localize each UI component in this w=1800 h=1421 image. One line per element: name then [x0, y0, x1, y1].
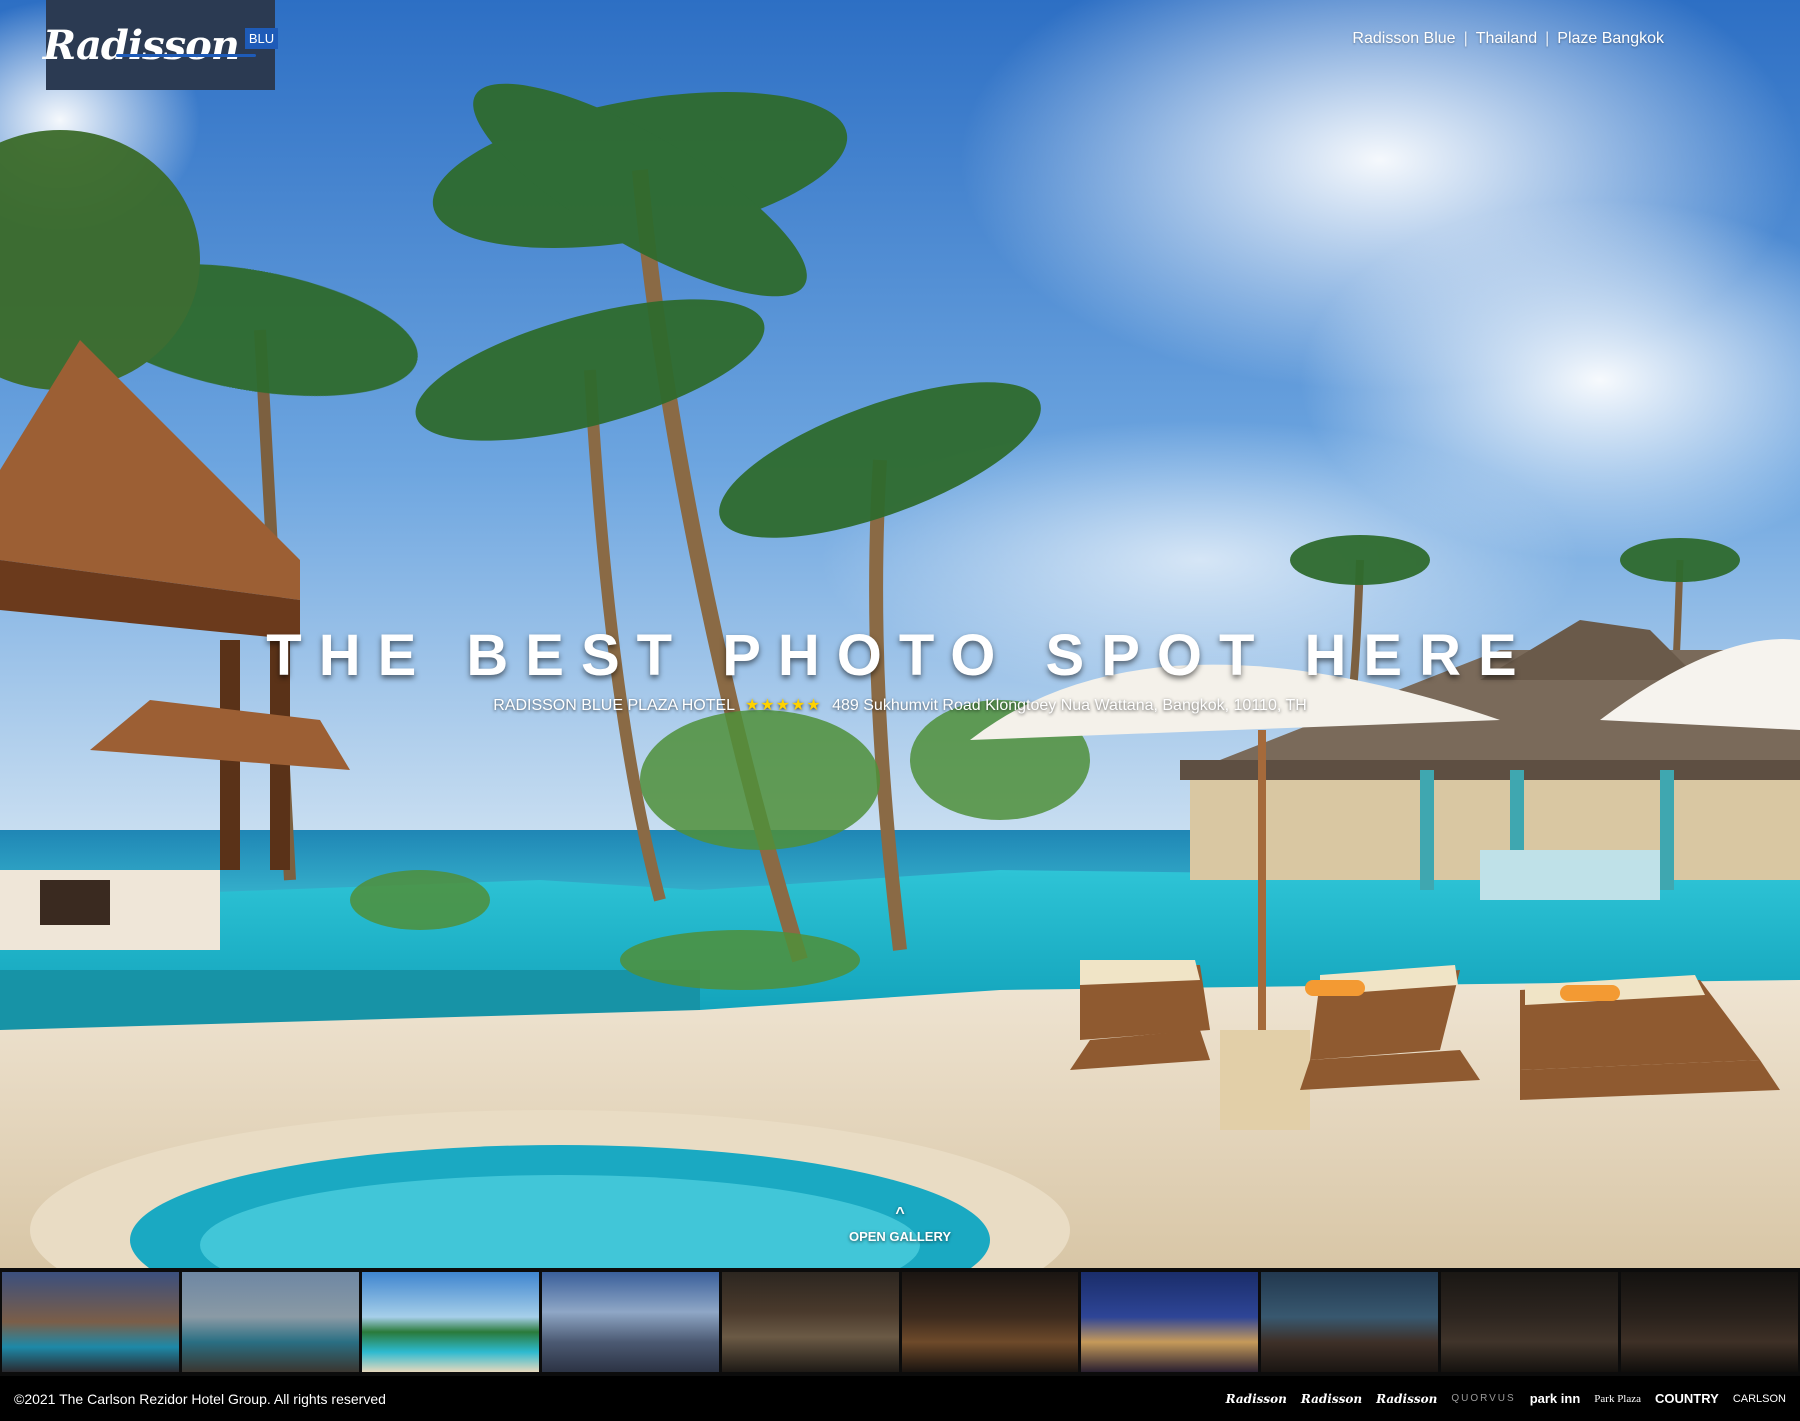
breadcrumb-item-country[interactable]: Thailand — [1476, 30, 1537, 48]
gallery-thumbnail[interactable] — [1081, 1272, 1259, 1372]
caret-up-icon: ^ — [895, 1205, 905, 1222]
breadcrumb-separator: | — [1545, 30, 1550, 47]
logo-swoosh — [116, 54, 256, 57]
gallery-thumbnail[interactable] — [361, 1272, 539, 1372]
brand-logo-carlson[interactable]: CARLSON — [1733, 1393, 1786, 1405]
breadcrumb-item-hotel[interactable]: Plaze Bangkok — [1557, 30, 1664, 48]
logo-badge: BLU — [244, 27, 279, 49]
brand-logo-park-plaza[interactable]: Park Plaza — [1594, 1393, 1641, 1405]
copyright-notice: ©2021 The Carlson Rezidor Hotel Group. A… — [14, 1390, 386, 1407]
site-footer: ©2021 The Carlson Rezidor Hotel Group. A… — [0, 1376, 1800, 1421]
brand-logo-park-inn[interactable]: park inn — [1530, 1391, 1581, 1406]
brand-logos: Radisson Radisson Radisson QUORVUS park … — [1226, 1391, 1786, 1406]
gallery-thumbnail[interactable] — [181, 1272, 359, 1372]
brand-logo-radisson-blu[interactable]: Radisson — [1226, 1392, 1287, 1406]
gallery-thumbnail[interactable] — [1261, 1272, 1439, 1372]
gallery-thumbnail[interactable] — [901, 1272, 1079, 1372]
gallery-thumbnail[interactable] — [1621, 1272, 1799, 1372]
open-gallery-label: OPEN GALLERY — [848, 1229, 952, 1244]
brand-logo-country-inns[interactable]: COUNTRY — [1655, 1391, 1719, 1406]
hero-banner: Radisson BLU Radisson Blue | Thailand | … — [0, 0, 1800, 1268]
gallery-thumbnail[interactable] — [541, 1272, 719, 1372]
star-rating: ★★★★★ — [744, 697, 822, 714]
hotel-address: 489 Sukhumvit Road Klongtoey Nua Wattana… — [832, 697, 1307, 714]
gallery-thumbnail[interactable] — [2, 1272, 179, 1372]
brand-logo-radisson-red[interactable]: Radisson — [1301, 1392, 1362, 1406]
hotel-info: RADISSON BLUE PLAZA HOTEL ★★★★★ 489 Sukh… — [0, 695, 1800, 715]
gallery-thumbnail[interactable] — [721, 1272, 899, 1372]
radisson-blu-logo[interactable]: Radisson BLU — [42, 0, 279, 90]
logo-wordmark: Radisson — [42, 21, 240, 69]
thumbnail-strip — [0, 1268, 1800, 1376]
gallery-thumbnail[interactable] — [1441, 1272, 1619, 1372]
hotel-name: RADISSON BLUE PLAZA HOTEL — [493, 697, 735, 714]
breadcrumb: Radisson Blue | Thailand | Plaze Bangkok — [1352, 30, 1664, 48]
breadcrumb-separator: | — [1463, 30, 1468, 47]
hero-headline: THE BEST PHOTO SPOT HERE — [266, 623, 1534, 688]
brand-logo-quorvus[interactable]: QUORVUS — [1451, 1393, 1515, 1404]
brand-logo-radisson[interactable]: Radisson — [1376, 1392, 1437, 1406]
breadcrumb-item-brand[interactable]: Radisson Blue — [1352, 30, 1455, 48]
open-gallery-button[interactable]: ^ OPEN GALLERY — [800, 1205, 1000, 1244]
